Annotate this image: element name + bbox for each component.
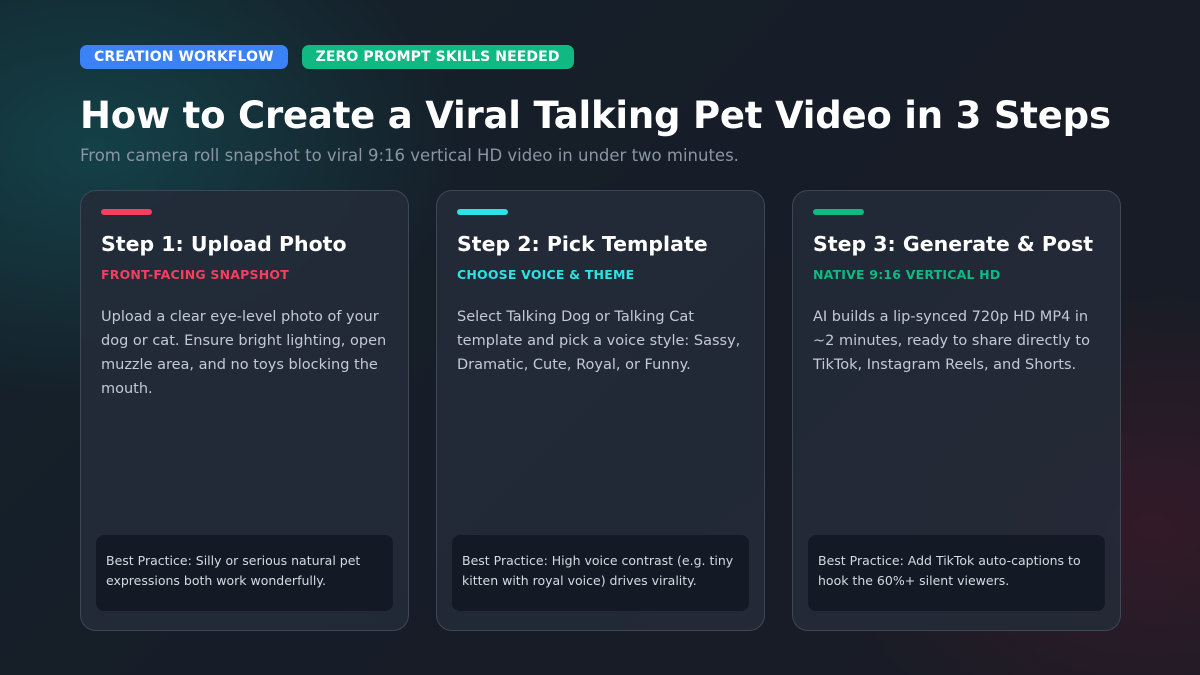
step-description: AI builds a lip-synced 720p HD MP4 in ~2… [813,309,1090,373]
zero-prompt-badge: ZERO PROMPT SKILLS NEEDED [301,45,574,69]
step-description: Upload a clear eye-level photo of your d… [101,309,387,397]
step-title: Step 3: Generate & Post [813,232,1094,256]
step-tag: NATIVE 9:16 VERTICAL HD [813,267,1001,282]
step-title: Step 2: Pick Template [457,232,708,256]
step-tag: FRONT-FACING SNAPSHOT [101,267,289,282]
step-title: Step 1: Upload Photo [101,232,347,256]
page-title: How to Create a Viral Talking Pet Video … [80,94,1111,137]
step-tag: CHOOSE VOICE & THEME [457,267,635,282]
step-description: Select Talking Dog or Talking Cat templa… [457,309,741,373]
best-practice-box: Best Practice: High voice contrast (e.g.… [452,535,749,611]
page-subtitle: From camera roll snapshot to viral 9:16 … [80,146,739,165]
best-practice-box: Best Practice: Silly or serious natural … [96,535,393,611]
step-accent-bar [457,209,508,215]
creation-workflow-badge: CREATION WORKFLOW [80,45,288,69]
best-practice-box: Best Practice: Add TikTok auto-captions … [808,535,1105,611]
step-card-template: Step 2: Pick Template CHOOSE VOICE & THE… [436,190,765,631]
step-card-generate: Step 3: Generate & Post NATIVE 9:16 VERT… [792,190,1121,631]
steps-container: Step 1: Upload Photo FRONT-FACING SNAPSH… [80,190,1121,631]
step-card-upload: Step 1: Upload Photo FRONT-FACING SNAPSH… [80,190,409,631]
step-accent-bar [101,209,152,215]
step-accent-bar [813,209,864,215]
badge-row: CREATION WORKFLOW ZERO PROMPT SKILLS NEE… [80,45,574,69]
